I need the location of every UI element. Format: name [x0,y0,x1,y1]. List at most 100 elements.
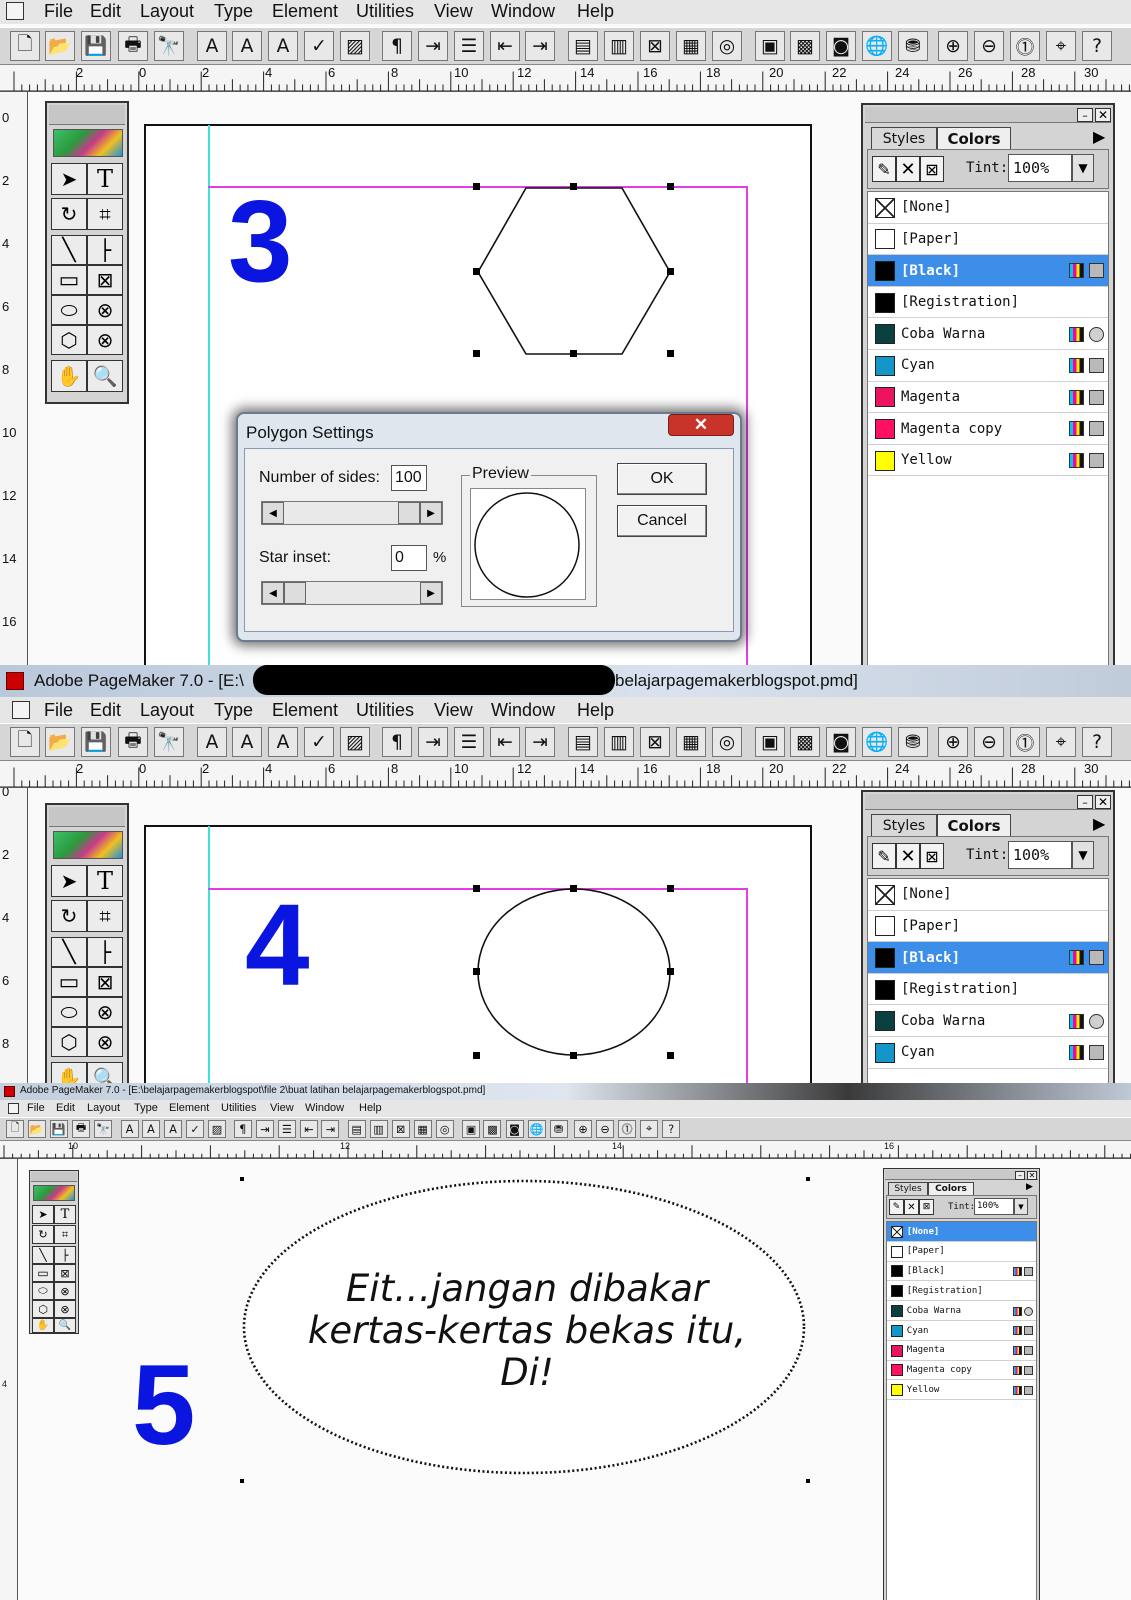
menu-view[interactable]: View [434,1,473,22]
constrained-line-tool-icon[interactable]: ├ [87,235,123,265]
text-tool-icon[interactable]: T [54,1205,76,1224]
selection-handle[interactable] [570,350,577,357]
frame-options-icon[interactable]: ⊠ [640,727,670,757]
actual-size-icon[interactable]: ⓵ [618,1120,637,1138]
inset-slider-thumb[interactable] [284,582,306,604]
ellipse-frame-tool-icon[interactable]: ⊗ [87,295,123,325]
web-icon[interactable]: 🌐 [862,727,892,757]
selection-handle[interactable] [667,968,674,975]
tint-field[interactable]: 100% [1008,154,1072,182]
color-row[interactable]: [Black] [887,1261,1036,1282]
new-document-icon[interactable]: 🗋 [10,31,40,61]
font-size-down-icon[interactable]: A [268,727,298,757]
close-icon[interactable]: ✕ [1095,108,1111,122]
colors-palette[interactable]: – ✕ Styles Colors ▶ ✎ ✕ ⊠ Tint: 100% ▼ [… [883,1168,1040,1600]
minimize-icon[interactable]: – [1015,1171,1025,1180]
save-icon[interactable]: 💾 [81,31,111,61]
group-icon[interactable]: ◎ [712,727,742,757]
menu-view[interactable]: View [434,700,473,721]
color-row[interactable]: [Paper] [887,1241,1036,1262]
menu-help[interactable]: Help [359,1102,382,1114]
polygon-frame-tool-icon[interactable]: ⊗ [54,1300,76,1318]
color-row[interactable]: [None] [868,192,1108,224]
fill-stroke-icon[interactable]: ▨ [208,1120,227,1138]
toolbox[interactable]: ➤ T ↻ ⌗ ╲ ├ ▭ ⊠ ⬭ ⊗ ⬡ ⊗ ✋ 🔍 [29,1170,79,1334]
fill-icon[interactable]: ✕ [896,156,920,182]
sides-slider-left-arrow-icon[interactable]: ◀ [262,502,284,524]
color-row[interactable]: Yellow [887,1380,1036,1401]
ok-button[interactable]: OK [617,463,707,495]
open-icon[interactable]: 📂 [45,727,75,757]
color-row[interactable]: Coba Warna [868,1005,1108,1037]
menu-help[interactable]: Help [577,1,614,22]
fit-window-icon[interactable]: ⌖ [1046,727,1076,757]
menu-element[interactable]: Element [272,700,338,721]
pointer-tool-icon[interactable]: ➤ [51,163,87,195]
ellipse-frame-tool-icon[interactable]: ⊗ [87,997,123,1027]
selection-handle[interactable] [240,1479,244,1483]
zoom-out-icon[interactable]: ⊖ [974,727,1004,757]
color-row[interactable]: [None] [868,879,1108,911]
new-document-icon[interactable]: 🗋 [6,1120,25,1138]
actual-size-icon[interactable]: ⓵ [1010,727,1040,757]
fill-icon[interactable]: ✕ [896,843,920,869]
place-icon[interactable]: ▣ [755,727,785,757]
text-wrap-icon[interactable]: ▦ [676,727,706,757]
selection-handle[interactable] [806,1479,810,1483]
selection-handle[interactable] [806,1177,810,1181]
palette-menu-arrow-icon[interactable]: ▶ [1026,1182,1033,1192]
menu-layout[interactable]: Layout [140,700,194,721]
group-icon[interactable]: ◎ [712,31,742,61]
text-tool-icon[interactable]: T [87,163,123,195]
tab-colors[interactable]: Colors [928,1182,974,1195]
ellipse-tool-icon[interactable]: ⬭ [51,997,87,1027]
web-icon[interactable]: 🌐 [862,31,892,61]
fill-stroke-icon[interactable]: ▨ [340,727,370,757]
hand-tool-icon[interactable]: ✋ [32,1318,54,1333]
rotate-tool-icon[interactable]: ↻ [51,198,87,230]
crop-tool-icon[interactable]: ⌗ [54,1225,76,1244]
color-row[interactable]: [Black] [868,942,1108,974]
menu-edit[interactable]: Edit [90,1,121,22]
help-icon[interactable]: ? [1082,727,1112,757]
selection-handle[interactable] [667,1052,674,1059]
save-icon[interactable]: 💾 [49,1120,68,1138]
group-icon[interactable]: ◎ [435,1120,454,1138]
rectangle-frame-tool-icon[interactable]: ⊠ [87,265,123,295]
print-icon[interactable]: 🖶 [118,727,148,757]
palette-menu-arrow-icon[interactable]: ▶ [1093,814,1105,833]
toolbox[interactable]: ➤ T ↻ ⌗ ╲ ├ ▭ ⊠ ⬭ ⊗ ⬡ ⊗ ✋ 🔍 [45,101,129,404]
ellipse-tool-icon[interactable]: ⬭ [32,1282,54,1300]
image-icon[interactable]: ▩ [483,1120,502,1138]
ellipse-frame-tool-icon[interactable]: ⊗ [54,1282,76,1300]
system-menu-icon[interactable] [8,1103,19,1114]
font-size-up-icon[interactable]: A [141,1120,160,1138]
increase-indent-icon[interactable]: ⇥ [321,1120,340,1138]
zoom-out-icon[interactable]: ⊖ [974,31,1004,61]
sides-slider-thumb[interactable] [398,502,420,524]
polygon-frame-tool-icon[interactable]: ⊗ [87,325,123,355]
selection-handle[interactable] [667,268,674,275]
hand-tool-icon[interactable]: ✋ [51,1062,87,1083]
selection-handle[interactable] [570,1052,577,1059]
font-size-down-icon[interactable]: A [164,1120,183,1138]
selection-handle[interactable] [473,968,480,975]
print-icon[interactable]: 🖶 [118,31,148,61]
close-icon[interactable]: ✕ [1027,1171,1037,1180]
menu-file[interactable]: File [27,1102,45,1114]
color-row[interactable]: [Registration] [868,286,1108,319]
find-icon[interactable]: 🔭 [94,1120,113,1138]
menu-file[interactable]: File [44,700,73,721]
menu-element[interactable]: Element [272,1,338,22]
text-wrap-icon[interactable]: ▦ [413,1120,432,1138]
colors-palette[interactable]: – ✕ Styles Colors ▶ ✎ ✕ ⊠ Tint: 100% ▼ [… [861,103,1115,665]
character-icon[interactable]: A [197,727,227,757]
cancel-button[interactable]: Cancel [617,505,707,537]
menu-type[interactable]: Type [214,700,253,721]
color-row[interactable]: [None] [887,1222,1036,1242]
color-row[interactable]: [Registration] [887,1281,1036,1302]
character-icon[interactable]: A [197,31,227,61]
colors-palette[interactable]: – ✕ Styles Colors ▶ ✎ ✕ ⊠ Tint: 100% ▼ [… [861,790,1115,1083]
tab-styles[interactable]: Styles [888,1182,928,1195]
help-icon[interactable]: ? [662,1120,681,1138]
